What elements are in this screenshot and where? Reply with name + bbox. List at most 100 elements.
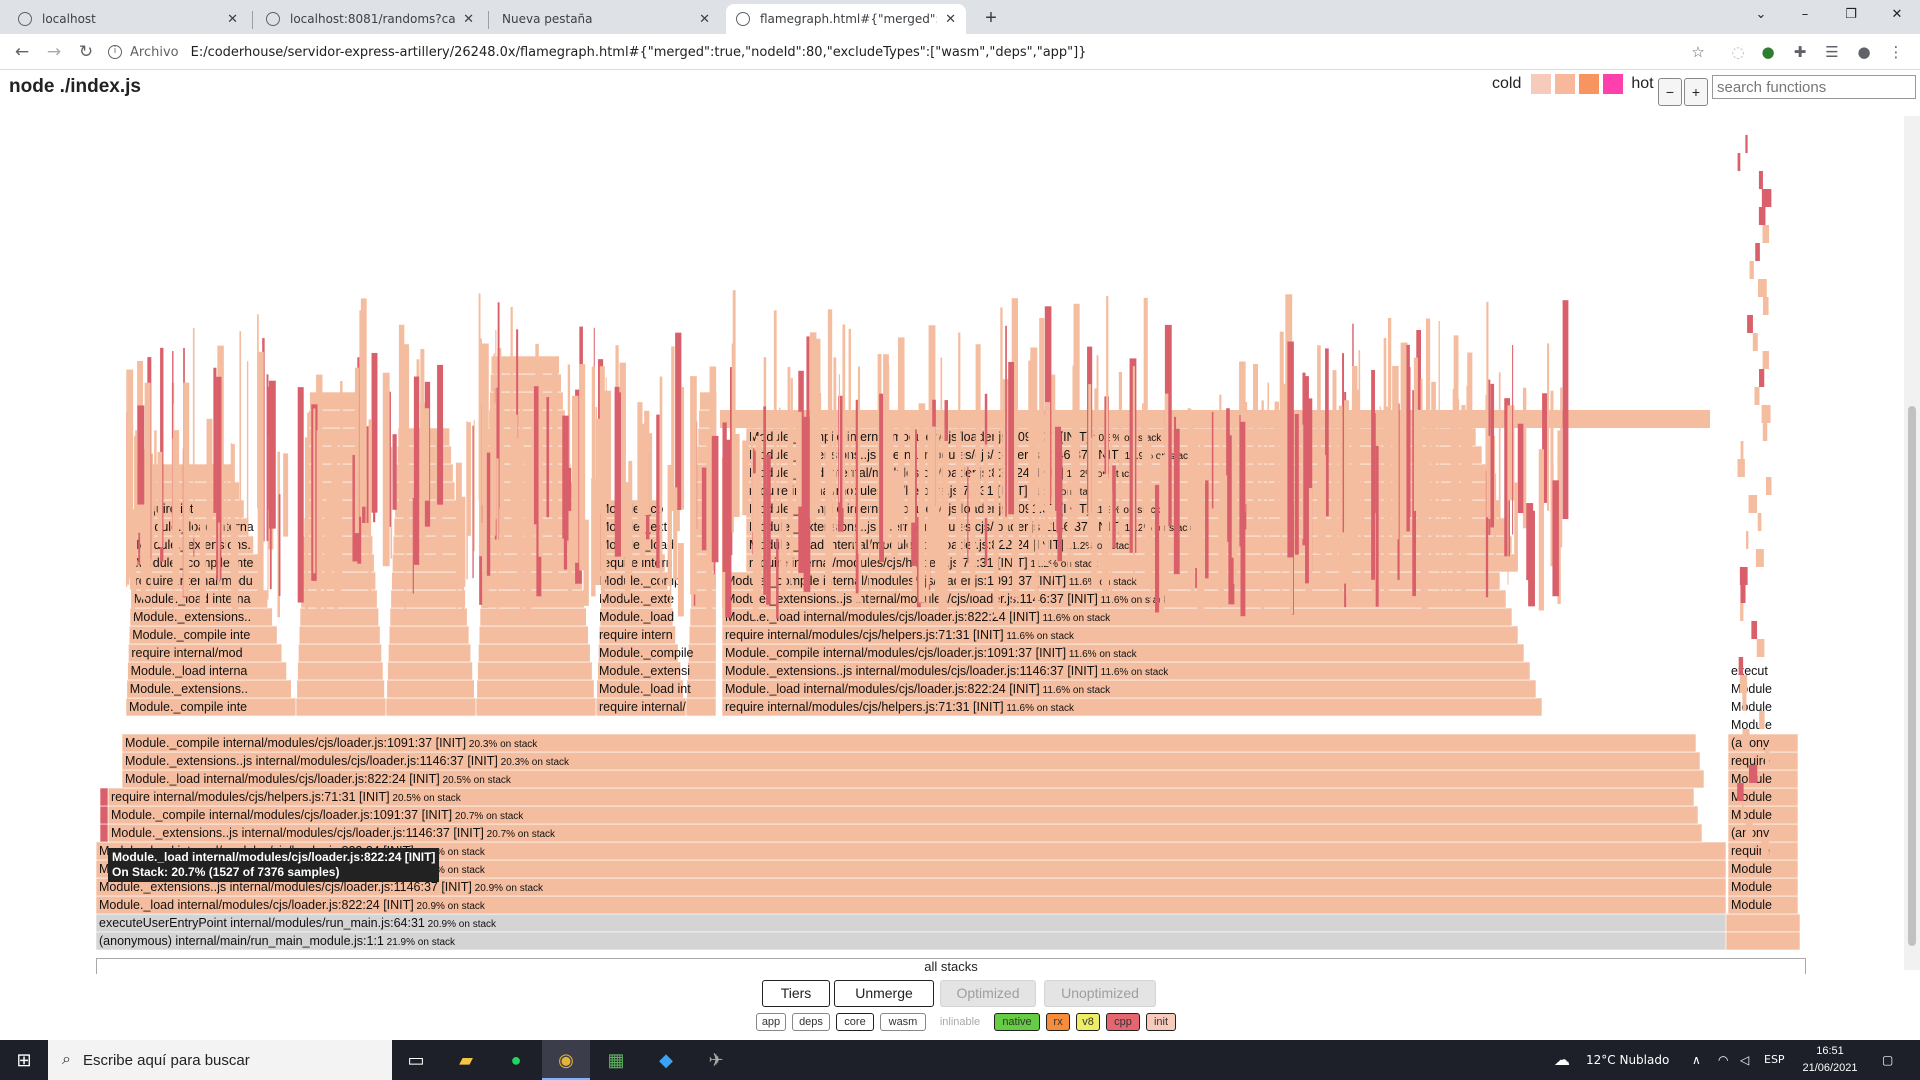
network-icon[interactable]: ◠ bbox=[1718, 1040, 1728, 1080]
flame-frame[interactable] bbox=[1219, 394, 1222, 608]
flame-frame[interactable] bbox=[359, 310, 362, 517]
flame-frame[interactable] bbox=[1756, 639, 1765, 657]
flame-frame[interactable] bbox=[1755, 549, 1764, 567]
flame-frame[interactable] bbox=[388, 643, 472, 663]
flame-frame[interactable] bbox=[476, 679, 595, 699]
flame-frame[interactable] bbox=[392, 434, 397, 510]
flame-frame[interactable] bbox=[404, 535, 407, 613]
zoom-in-button[interactable]: + bbox=[1684, 78, 1708, 106]
flame-frame[interactable] bbox=[130, 428, 133, 519]
flame-frame[interactable] bbox=[295, 697, 387, 717]
flame-frame[interactable] bbox=[1221, 431, 1223, 560]
flame-frame[interactable] bbox=[1051, 497, 1054, 581]
flame-frame[interactable] bbox=[1450, 423, 1453, 532]
flame-frame[interactable] bbox=[257, 480, 264, 596]
flame-frame[interactable] bbox=[942, 427, 945, 582]
tab-new-tab[interactable]: Nueva pestaña ✕ bbox=[492, 4, 720, 34]
flame-frame[interactable] bbox=[1764, 747, 1770, 765]
flame-frame[interactable] bbox=[1331, 426, 1333, 541]
back-icon[interactable]: ← bbox=[10, 40, 34, 64]
flame-frame[interactable] bbox=[962, 448, 965, 559]
flame-frame[interactable] bbox=[1261, 400, 1264, 535]
flame-frame[interactable] bbox=[382, 372, 390, 567]
flame-frame[interactable] bbox=[283, 453, 289, 537]
flame-frame[interactable] bbox=[806, 336, 810, 504]
spreadsheet-icon[interactable]: ▦ bbox=[592, 1040, 640, 1080]
flame-frame[interactable] bbox=[496, 458, 499, 620]
flame-frame[interactable] bbox=[326, 495, 333, 587]
flame-frame[interactable] bbox=[1761, 405, 1771, 423]
scrollbar-thumb[interactable] bbox=[1908, 406, 1916, 946]
chrome-icon[interactable]: ◉ bbox=[542, 1040, 590, 1080]
flame-frame[interactable] bbox=[1245, 401, 1248, 505]
flame-frame[interactable] bbox=[490, 355, 560, 375]
extension-icon[interactable]: ◌ bbox=[1728, 42, 1748, 62]
flame-frame[interactable] bbox=[266, 374, 269, 542]
flame-frame[interactable] bbox=[1762, 297, 1769, 315]
flame-frame[interactable] bbox=[1045, 402, 1051, 515]
flame-frame[interactable] bbox=[1751, 621, 1758, 639]
flame-frame[interactable] bbox=[472, 425, 474, 579]
flame-frame[interactable] bbox=[659, 376, 663, 587]
flame-frame[interactable] bbox=[838, 374, 841, 503]
flame-frame[interactable] bbox=[848, 328, 851, 507]
flame-frame[interactable] bbox=[955, 433, 962, 587]
close-icon[interactable]: ✕ bbox=[945, 12, 956, 27]
flame-frame[interactable] bbox=[334, 430, 338, 553]
flame-frame[interactable] bbox=[1740, 441, 1744, 459]
flame-frame[interactable] bbox=[1757, 279, 1767, 297]
flame-frame[interactable] bbox=[183, 382, 190, 597]
flame-frame[interactable] bbox=[526, 504, 530, 593]
flame-frame[interactable] bbox=[1538, 449, 1544, 611]
close-window-button[interactable]: ✕ bbox=[1874, 0, 1920, 30]
flame-frame[interactable] bbox=[1748, 765, 1758, 783]
flame-frame[interactable] bbox=[354, 367, 359, 534]
tab-search-icon[interactable]: ⌄ bbox=[1738, 0, 1784, 30]
flame-frame[interactable] bbox=[1749, 261, 1754, 279]
flame-frame[interactable] bbox=[1142, 403, 1144, 544]
flame-frame[interactable] bbox=[392, 535, 461, 555]
flame-frame[interactable] bbox=[918, 436, 924, 517]
flame-frame[interactable] bbox=[475, 697, 597, 717]
flame-frame[interactable] bbox=[479, 607, 587, 627]
flame-frame[interactable] bbox=[299, 607, 379, 627]
windows-start-icon[interactable]: ⊞ bbox=[0, 1040, 48, 1080]
flame-frame[interactable] bbox=[313, 408, 316, 574]
flame-frame[interactable] bbox=[154, 430, 157, 512]
flame-frame[interactable] bbox=[1039, 317, 1045, 508]
flame-frame[interactable] bbox=[385, 697, 477, 717]
flame-frame[interactable] bbox=[225, 473, 228, 561]
flame-frame[interactable] bbox=[604, 390, 612, 501]
spotify-icon[interactable]: ● bbox=[492, 1040, 540, 1080]
flame-frame[interactable] bbox=[297, 387, 304, 603]
more-menu-icon[interactable]: ⋮ bbox=[1886, 42, 1906, 62]
flame-frame[interactable] bbox=[644, 410, 650, 515]
flame-frame[interactable] bbox=[157, 451, 163, 548]
flame-frame[interactable] bbox=[993, 429, 999, 618]
flame-frame[interactable] bbox=[1379, 406, 1381, 586]
flame-frame[interactable] bbox=[690, 376, 697, 595]
flame-frame[interactable] bbox=[388, 625, 470, 645]
flame-frame[interactable] bbox=[833, 357, 837, 537]
flame-frame[interactable] bbox=[1267, 382, 1270, 548]
flame-frame[interactable] bbox=[1287, 341, 1294, 558]
flame-frame[interactable] bbox=[614, 392, 622, 557]
flame-frame[interactable] bbox=[1392, 365, 1399, 540]
flame-frame[interactable] bbox=[1467, 352, 1473, 527]
flame-frame[interactable] bbox=[126, 467, 130, 585]
flame-frame[interactable] bbox=[688, 625, 717, 645]
flame-frame[interactable] bbox=[686, 679, 717, 699]
flame-frame[interactable] bbox=[489, 403, 496, 536]
flame-frame[interactable] bbox=[1294, 413, 1299, 555]
flame-frame[interactable] bbox=[1758, 171, 1763, 189]
flame-frame[interactable] bbox=[842, 324, 846, 509]
flame-frame[interactable] bbox=[1742, 693, 1747, 711]
flame-frame[interactable] bbox=[218, 522, 220, 594]
flame-frame[interactable] bbox=[673, 487, 678, 581]
flame-frame[interactable] bbox=[137, 405, 145, 505]
flame-frame[interactable] bbox=[1486, 301, 1489, 518]
filter-chip-inlinable[interactable]: inlinable bbox=[932, 1013, 988, 1031]
flame-frame[interactable] bbox=[752, 473, 759, 620]
flame-frame[interactable] bbox=[1512, 344, 1514, 535]
media-icon[interactable]: ☰ bbox=[1822, 42, 1842, 62]
